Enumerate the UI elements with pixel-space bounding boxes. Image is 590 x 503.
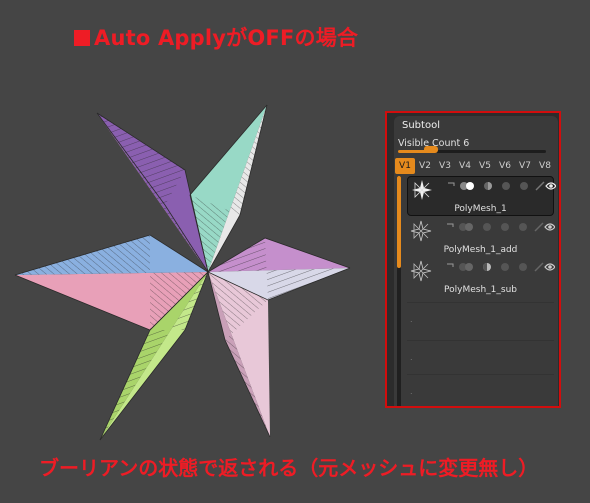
- empty-slot-dot: .: [410, 387, 413, 396]
- subtool-row-polymesh-1[interactable]: PolyMesh_1: [407, 176, 556, 216]
- star-facets: [15, 105, 350, 440]
- subtool-name: PolyMesh_1_sub: [444, 285, 517, 295]
- subtool-empty-slot[interactable]: .: [407, 374, 554, 405]
- version-tab-v4[interactable]: V4: [455, 158, 475, 174]
- scrollbar-thumb[interactable]: [397, 176, 401, 268]
- star-thumbnail-icon: [410, 260, 432, 282]
- version-tab-v1[interactable]: V1: [395, 158, 415, 174]
- visible-count-slider[interactable]: [398, 150, 546, 153]
- star-thumbnail-icon: [412, 180, 432, 200]
- version-tabs: V1 V2 V3 V4 V5 V6 V7 V8: [395, 158, 555, 174]
- version-tab-v3[interactable]: V3: [435, 158, 455, 174]
- subtool-empty-slot[interactable]: .: [407, 302, 554, 333]
- subtool-row-toggles[interactable]: [448, 180, 556, 192]
- version-tab-v8[interactable]: V8: [535, 158, 555, 174]
- version-tab-v2[interactable]: V2: [415, 158, 435, 174]
- subtool-row-polymesh-1-sub[interactable]: PolyMesh_1_sub: [407, 258, 555, 298]
- version-tab-v6[interactable]: V6: [495, 158, 515, 174]
- empty-slot-dot: .: [410, 315, 413, 324]
- subtool-row-toggles[interactable]: [447, 261, 555, 273]
- version-tab-v5[interactable]: V5: [475, 158, 495, 174]
- visible-count-value: 6: [463, 138, 470, 149]
- slider-thumb[interactable]: [424, 146, 438, 153]
- subtool-row-toggles[interactable]: [447, 221, 555, 233]
- subtool-row-polymesh-1-add[interactable]: PolyMesh_1_add: [407, 218, 555, 258]
- subtool-name: PolyMesh_1_add: [443, 245, 518, 255]
- subtool-empty-slot[interactable]: .: [407, 340, 554, 371]
- subtool-title[interactable]: Subtool: [402, 120, 440, 131]
- empty-slot-dot: .: [410, 353, 413, 362]
- star-thumbnail-icon: [410, 220, 432, 242]
- caption-boolean-result: ブーリアンの状態で返される（元メッシュに変更無し）: [39, 456, 539, 480]
- subtool-panel: Subtool Visible Count 6 V1 V2 V3 V4 V5 V6 V7 V8…: [394, 116, 558, 406]
- subtool-name: PolyMesh_1: [454, 204, 507, 214]
- version-tab-v7[interactable]: V7: [515, 158, 535, 174]
